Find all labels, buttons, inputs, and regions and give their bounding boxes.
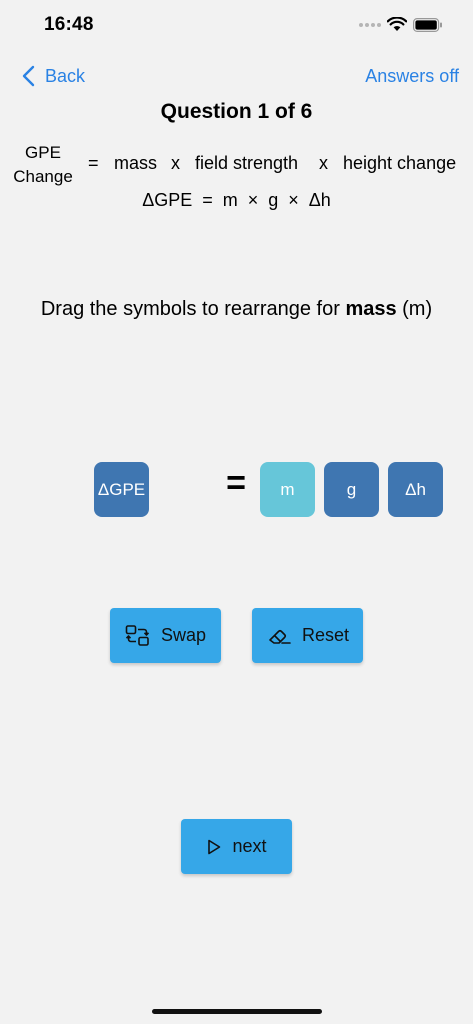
instruction-text: Drag the symbols to rearrange for mass (… <box>0 298 473 321</box>
symbol-tile-g[interactable]: g <box>324 462 379 517</box>
cellular-signal-icon <box>359 22 381 27</box>
status-icons <box>359 17 443 32</box>
play-icon <box>208 839 221 854</box>
eraser-icon <box>269 629 291 644</box>
back-button[interactable]: Back <box>22 65 85 87</box>
home-indicator <box>152 1009 322 1014</box>
wifi-icon <box>387 17 407 31</box>
equation-gpe-change: GPE Change <box>6 141 80 189</box>
battery-icon <box>413 17 442 32</box>
next-button[interactable]: next <box>181 819 292 874</box>
answers-toggle[interactable]: Answers off <box>365 66 459 87</box>
reset-button[interactable]: Reset <box>252 608 363 663</box>
symbol-tile-delta-gpe[interactable]: ΔGPE <box>94 462 149 517</box>
chevron-left-icon <box>22 65 35 87</box>
status-time: 16:48 <box>44 14 94 35</box>
swap-label: Swap <box>160 625 207 645</box>
swap-icon <box>125 624 150 646</box>
equation-height-change: height change <box>343 153 457 173</box>
equation-times-1: x <box>171 153 180 173</box>
swap-button[interactable]: Swap <box>110 608 221 663</box>
instruction-suffix: (m) <box>396 298 433 320</box>
instruction-prefix: Drag the symbols to rearrange for <box>40 298 346 320</box>
equation-gpe-line2: Change <box>13 167 73 186</box>
symbol-tile-m[interactable]: m <box>260 462 315 517</box>
equation-mass: mass <box>114 153 158 173</box>
tile-equals-sign: = <box>226 464 246 502</box>
equation-times-2: x <box>319 153 328 173</box>
instruction-target: mass <box>345 298 397 320</box>
symbol-tile-delta-h[interactable]: Δh <box>388 462 443 517</box>
equation-gpe-line1: GPE <box>25 143 61 162</box>
page-title: Question 1 of 6 <box>160 100 313 123</box>
equation-field-strength: field strength <box>195 153 299 173</box>
back-label: Back <box>45 65 86 86</box>
equation-symbolic: ΔGPE = m × g × Δh <box>142 190 331 210</box>
reset-label: Reset <box>301 625 350 645</box>
equation-equals: = <box>88 153 99 173</box>
next-label: next <box>232 836 267 856</box>
